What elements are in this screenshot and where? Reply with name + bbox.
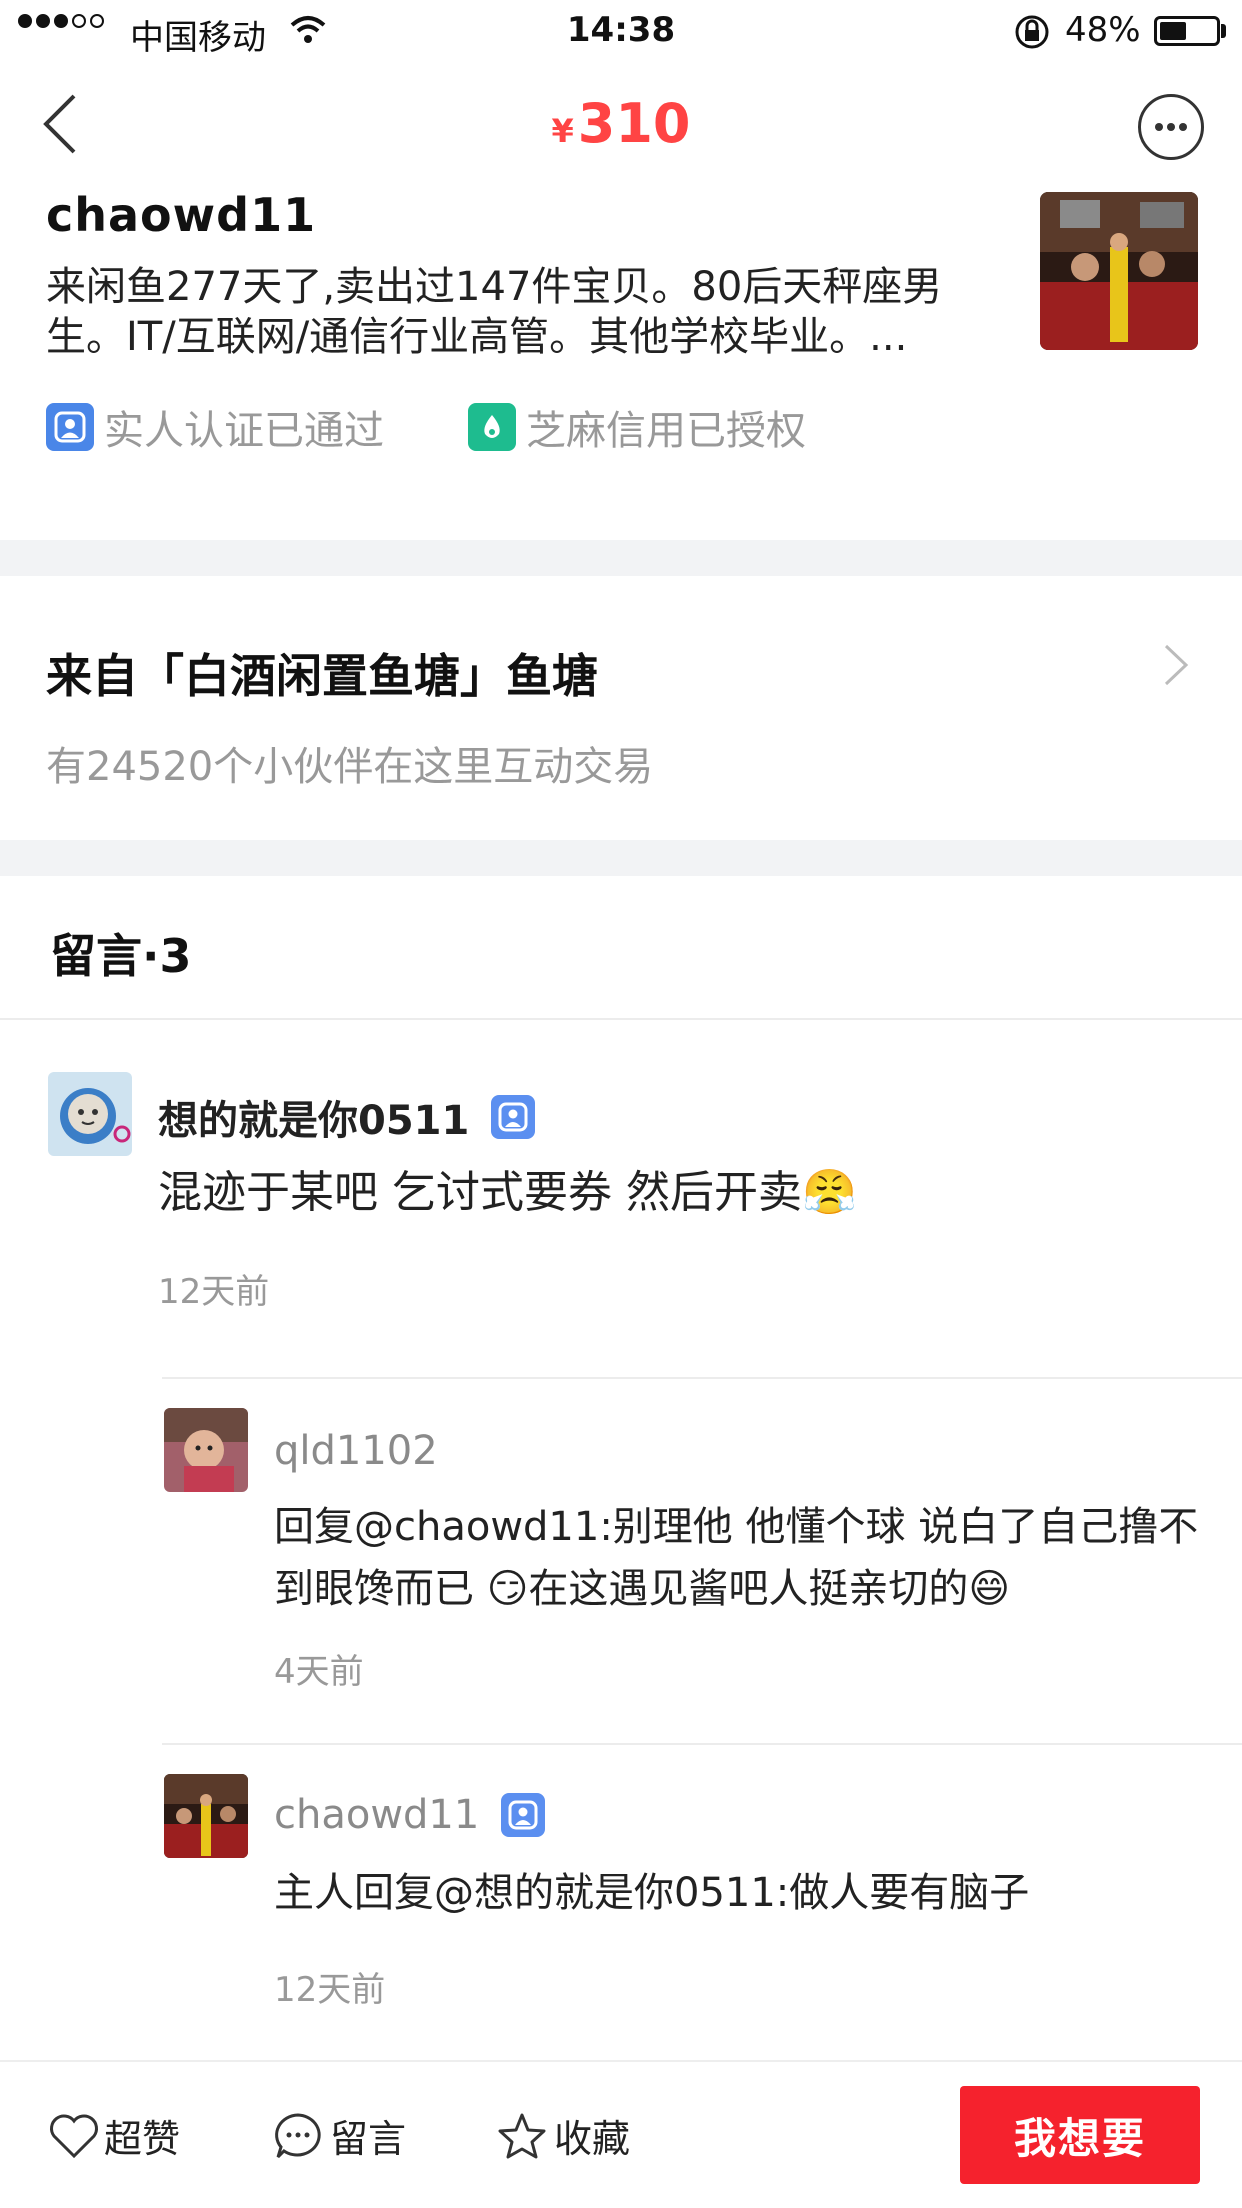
sesame-label: 芝麻信用已授权 xyxy=(526,408,806,454)
comments-title: 留言·3 xyxy=(50,929,192,983)
seller-name[interactable]: chaowd11 xyxy=(46,188,316,242)
pond-subtitle: 有24520个小伙伴在这里互动交易 xyxy=(46,744,654,790)
favorite-label: 收藏 xyxy=(554,2117,631,2161)
commenter-name[interactable]: qld1102 xyxy=(274,1428,438,1474)
like-button[interactable]: 超赞 xyxy=(48,2108,180,2163)
comment-header: 想的就是你0511 xyxy=(158,1088,536,1146)
comment-bubble-icon xyxy=(275,2112,321,2158)
comment-time: 4天前 xyxy=(274,1652,364,1692)
want-button[interactable]: 我想要 xyxy=(960,2086,1200,2184)
battery-percent: 48% xyxy=(1065,10,1141,50)
commenter-name[interactable]: 想的就是你0511 xyxy=(158,1088,469,1146)
more-button[interactable] xyxy=(1138,94,1204,160)
seller-avatar[interactable] xyxy=(1040,192,1198,350)
comment-text: 混迹于某吧 乞讨式要券 然后开卖😤 xyxy=(158,1167,857,1218)
comment-header: chaowd11 xyxy=(274,1792,546,1838)
like-label: 超赞 xyxy=(104,2117,181,2161)
chevron-right-icon[interactable] xyxy=(1162,640,1192,694)
star-icon xyxy=(498,2113,546,2158)
more-dots-icon xyxy=(1155,123,1187,131)
realname-icon xyxy=(491,1095,536,1139)
commenter-name[interactable]: chaowd11 xyxy=(274,1792,479,1838)
favorite-button[interactable]: 收藏 xyxy=(496,2108,630,2163)
realname-verified-badge: 实人认证已通过 xyxy=(46,398,384,456)
comment-time: 12天前 xyxy=(158,1272,270,1312)
pond-title[interactable]: 来自「白酒闲置鱼塘」鱼塘 xyxy=(46,640,598,706)
commenter-avatar[interactable] xyxy=(164,1408,248,1492)
comment-label: 留言 xyxy=(330,2117,407,2161)
divider xyxy=(0,1018,1242,1020)
rotation-lock-icon xyxy=(1012,12,1052,61)
sesame-icon xyxy=(468,403,516,451)
commenter-avatar[interactable] xyxy=(164,1774,248,1858)
seller-description: 来闲鱼277天了,卖出过147件宝贝。80后天秤座男生。IT/互联网/通信行业高… xyxy=(46,264,943,360)
price-value: 310 xyxy=(577,92,691,155)
currency-symbol: ¥ xyxy=(551,112,574,150)
sesame-credit-badge: 芝麻信用已授权 xyxy=(468,398,806,456)
battery-icon xyxy=(1154,16,1220,46)
divider xyxy=(162,1377,1242,1379)
status-bar: 中国移动 14:38 48% xyxy=(0,0,1242,64)
realname-icon xyxy=(46,403,94,451)
comment-text: 回复@chaowd11:别理他 他懂个球 说白了自己撸不到眼馋而已 😏在这遇见酱… xyxy=(274,1504,1199,1612)
comment-time: 12天前 xyxy=(274,1970,386,2010)
realname-label: 实人认证已通过 xyxy=(104,408,384,454)
divider xyxy=(162,1743,1242,1745)
commenter-avatar[interactable] xyxy=(48,1072,132,1156)
section-divider xyxy=(0,540,1242,576)
realname-icon xyxy=(501,1793,546,1837)
comment-button[interactable]: 留言 xyxy=(272,2108,406,2163)
section-divider xyxy=(0,840,1242,876)
heart-icon xyxy=(50,2114,98,2158)
clock: 14:38 xyxy=(566,10,676,50)
price: ¥310 xyxy=(0,92,1242,155)
comment-text: 主人回复@想的就是你0511:做人要有脑子 xyxy=(274,1870,1030,1916)
